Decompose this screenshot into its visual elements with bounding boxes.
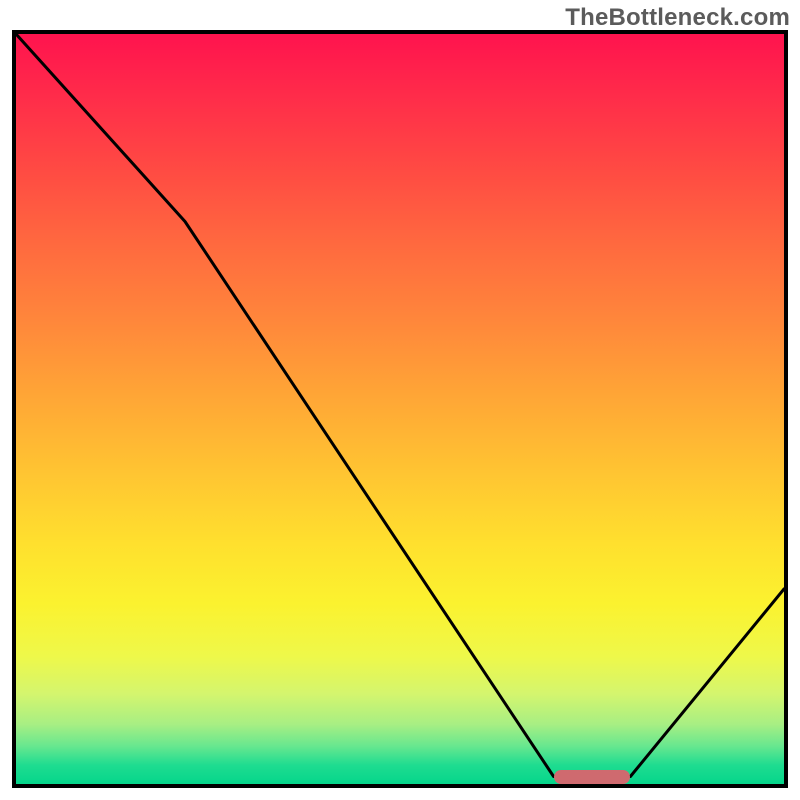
watermark-text: TheBottleneck.com — [565, 4, 790, 32]
bottleneck-curve-svg — [16, 34, 784, 784]
chart-area — [12, 30, 788, 788]
optimal-range-marker — [554, 770, 631, 784]
bottleneck-curve-path — [16, 34, 784, 777]
